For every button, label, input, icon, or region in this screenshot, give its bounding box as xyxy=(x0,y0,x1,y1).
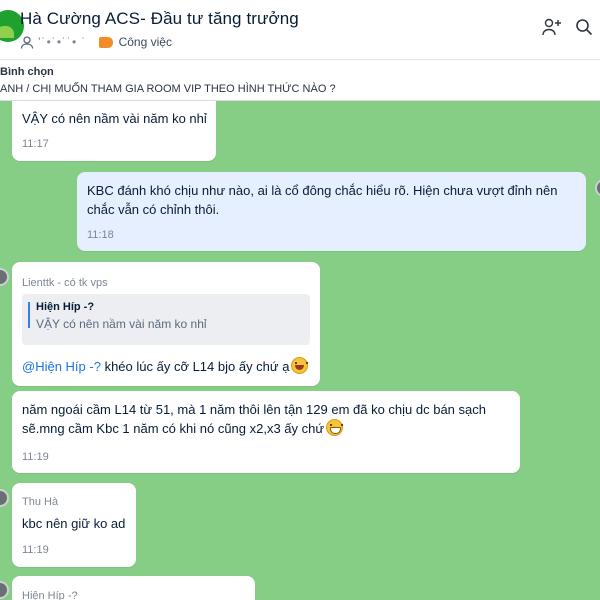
chat-area[interactable]: VẬY có nên nầm vài năm ko nhỉ 11:17 KBC … xyxy=(0,101,600,600)
laughing-face-icon xyxy=(291,357,309,374)
quote-bar xyxy=(28,302,30,328)
add-member-button[interactable] xyxy=(541,18,563,40)
message-bubble[interactable]: năm ngoái cầm L14 từ 51, mà 1 năm thôi l… xyxy=(12,391,520,473)
poll-label: Bình chọn xyxy=(0,66,54,78)
sender-avatar[interactable] xyxy=(0,489,9,507)
message-time: 11:19 xyxy=(22,451,49,463)
quote-text: VẬY có nên nầm vài năm ko nhỉ xyxy=(36,317,207,331)
sender-name[interactable]: Lienttk - có tk vps xyxy=(22,277,108,289)
grinning-face-icon xyxy=(326,419,344,436)
search-button[interactable] xyxy=(573,18,595,40)
message-text: VẬY có nên nầm vài năm ko nhỉ xyxy=(22,111,207,126)
sender-avatar[interactable] xyxy=(0,581,9,599)
message-bubble[interactable]: VẬY có nên nầm vài năm ko nhỉ 11:17 xyxy=(12,101,216,161)
group-meta: ’˙•˙•˙˙• ˙ Công việc xyxy=(20,35,172,49)
message-bubble[interactable]: Thu Hà kbc nên giữ ko ad 11:19 xyxy=(12,483,136,567)
chat-header: Hà Cường ACS- Đầu tư tăng trưởng ’˙•˙•˙˙… xyxy=(0,0,600,60)
quote-sender: Hiện Híp -? xyxy=(36,301,95,313)
member-count[interactable]: ’˙•˙•˙˙• ˙ xyxy=(38,35,87,49)
my-avatar[interactable] xyxy=(595,179,600,197)
sender-name[interactable]: Thu Hà xyxy=(22,496,58,508)
message-body: năm ngoái cầm L14 từ 51, mà 1 năm thôi l… xyxy=(22,402,486,436)
quoted-message[interactable]: Hiện Híp -? VẬY có nên nầm vài năm ko nh… xyxy=(22,294,310,345)
search-icon xyxy=(575,18,593,41)
label-tag-icon xyxy=(98,36,113,48)
message-text: KBC đánh khó chịu như nào, ai là cổ đông… xyxy=(87,183,558,217)
member-icon[interactable] xyxy=(20,35,34,49)
add-member-icon xyxy=(542,18,562,41)
poll-question: ANH / CHỊ MUỐN THAM GIA ROOM VIP THEO HÌ… xyxy=(0,83,336,95)
sender-name[interactable]: Hiện Híp -? xyxy=(22,590,78,600)
pinned-poll[interactable]: Bình chọn ANH / CHỊ MUỐN THAM GIA ROOM V… xyxy=(0,60,600,101)
message-bubble[interactable]: Hiện Híp -? xyxy=(12,576,255,600)
mention-link[interactable]: @Hiện Híp -? xyxy=(22,359,101,374)
group-title[interactable]: Hà Cường ACS- Đầu tư tăng trưởng xyxy=(20,9,299,29)
message-body: khéo lúc ấy cỡ L14 bjo ấy chứ ạ xyxy=(100,359,290,374)
sender-avatar[interactable] xyxy=(0,268,9,286)
my-message-bubble[interactable]: KBC đánh khó chịu như nào, ai là cổ đông… xyxy=(77,172,586,251)
message-time: 11:18 xyxy=(87,229,114,241)
message-text: năm ngoái cầm L14 từ 51, mà 1 năm thôi l… xyxy=(22,400,512,438)
message-time: 11:19 xyxy=(22,544,49,556)
reply-message-bubble[interactable]: Lienttk - có tk vps Hiện Híp -? VẬY có n… xyxy=(12,262,320,386)
label-text: Công việc xyxy=(118,35,172,49)
message-time: 11:17 xyxy=(22,138,49,150)
conversation-label[interactable]: Công việc xyxy=(98,35,172,49)
message-text: kbc nên giữ ko ad xyxy=(22,516,126,531)
message-text: @Hiện Híp -? khéo lúc ấy cỡ L14 bjo ấy c… xyxy=(22,357,309,376)
